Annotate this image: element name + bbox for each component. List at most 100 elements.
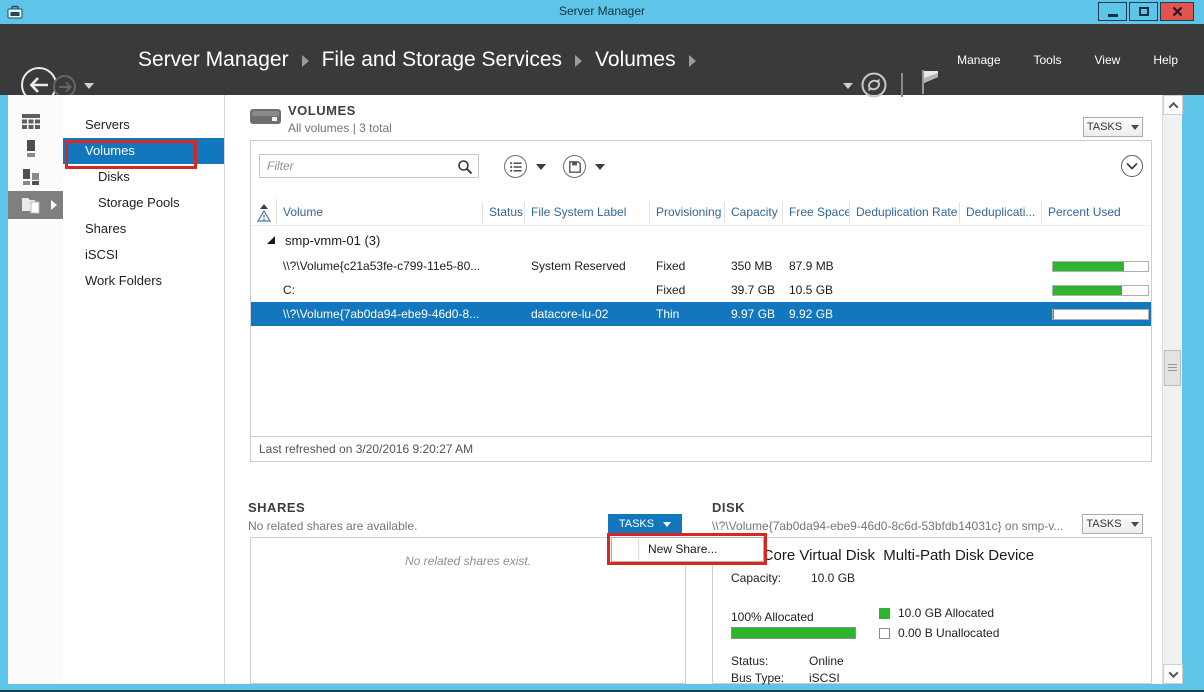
nav-bar: Server Manager File and Storage Services… xyxy=(0,24,1204,95)
window-border-right xyxy=(1182,95,1204,684)
volumes-tasks-label: TASKS xyxy=(1087,121,1122,133)
rail-dashboard-icon[interactable] xyxy=(8,107,63,135)
sidebar-item-iscsi[interactable]: iSCSI xyxy=(63,242,224,268)
column-header-provisioning[interactable]: Provisioning xyxy=(650,202,725,223)
volumes-drive-icon xyxy=(249,105,283,129)
volumes-subtitle: All volumes | 3 total xyxy=(288,121,392,135)
sidebar-nav: ServersVolumesDisksStorage PoolsSharesiS… xyxy=(63,95,225,684)
volumes-tasks-button[interactable]: TASKS xyxy=(1083,117,1143,137)
column-header-deduplication-rate[interactable]: Deduplication Rate xyxy=(850,202,960,223)
volume-group-row[interactable]: smp-vmm-01 (3) xyxy=(251,226,1151,254)
percent-used-cell xyxy=(1042,261,1151,272)
allocated-bar xyxy=(731,627,856,639)
cell: \\?\Volume{c21a53fe-c799-11e5-80... xyxy=(277,259,483,273)
save-query-caret-icon[interactable] xyxy=(595,164,605,170)
tree-collapse-icon[interactable] xyxy=(267,236,275,244)
shares-tasks-button[interactable]: TASKS xyxy=(608,514,682,534)
collapse-panel-button[interactable] xyxy=(1121,155,1143,177)
capacity-label: Capacity: xyxy=(731,571,781,585)
percent-used-bar xyxy=(1052,285,1149,296)
chevron-down-icon xyxy=(1131,125,1139,130)
menu-bar: Manage Tools View Help xyxy=(0,24,1178,95)
close-icon xyxy=(1172,6,1183,17)
disk-device-name: DataCore Virtual Disk Multi-Path Disk De… xyxy=(731,547,1034,564)
search-icon[interactable] xyxy=(457,159,473,175)
sidebar-item-volumes[interactable]: Volumes xyxy=(63,138,224,164)
shares-tasks-label: TASKS xyxy=(619,518,654,530)
sort-ascending-icon xyxy=(260,204,268,209)
disk-tasks-label: TASKS xyxy=(1086,518,1121,530)
status-value: Online xyxy=(809,654,844,668)
cell: datacore-lu-02 xyxy=(525,307,650,321)
volume-row[interactable]: \\?\Volume{7ab0da94-ebe9-46d0-8...dataco… xyxy=(251,302,1151,326)
cell: 87.9 MB xyxy=(783,259,850,273)
chevron-down-icon xyxy=(663,522,671,527)
legend-row: 0.00 B Unallocated xyxy=(879,626,999,640)
legend-label: 0.00 B Unallocated xyxy=(898,626,999,640)
chevron-down-icon xyxy=(1131,522,1139,527)
bus-type-label: Bus Type: xyxy=(731,671,784,685)
status-label: Status: xyxy=(731,654,768,668)
shares-subtitle: No related shares are available. xyxy=(248,519,417,533)
column-header-deduplicati[interactable]: Deduplicati... xyxy=(960,202,1042,223)
volumes-title: VOLUMES xyxy=(288,103,356,118)
rail-local-server-icon[interactable] xyxy=(8,135,63,163)
cell: 39.7 GB xyxy=(725,283,783,297)
disk-title: DISK xyxy=(712,500,745,515)
cell: C: xyxy=(277,283,483,297)
column-header-status[interactable]: Status xyxy=(483,202,525,223)
volumes-grid: smp-vmm-01 (3) \\?\Volume{c21a53fe-c799-… xyxy=(251,226,1151,326)
bus-type-value: iSCSI xyxy=(809,671,840,685)
rail-all-servers-icon[interactable] xyxy=(8,163,63,191)
percent-used-cell xyxy=(1042,285,1151,296)
cell: 10.5 GB xyxy=(783,283,850,297)
cell: 9.97 GB xyxy=(725,307,783,321)
column-header-capacity[interactable]: Capacity xyxy=(725,202,783,223)
menu-view[interactable]: View xyxy=(1095,53,1121,67)
maximize-button[interactable] xyxy=(1129,2,1158,21)
scroll-up-button[interactable] xyxy=(1163,95,1183,115)
sidebar-item-storage-pools[interactable]: Storage Pools xyxy=(63,190,224,216)
rail-expand-arrow-icon[interactable] xyxy=(51,200,57,210)
save-query-button[interactable] xyxy=(563,155,586,178)
cell: 9.92 GB xyxy=(783,307,850,321)
filter-criteria-caret-icon[interactable] xyxy=(536,164,546,170)
vertical-scrollbar[interactable] xyxy=(1162,95,1182,684)
close-button[interactable] xyxy=(1160,2,1194,21)
disk-tasks-button[interactable]: TASKS xyxy=(1082,514,1143,534)
rail-file-storage-services-icon[interactable] xyxy=(8,191,63,219)
grip-icon xyxy=(1168,364,1177,373)
alerts-column-header[interactable] xyxy=(251,199,277,226)
menu-tools[interactable]: Tools xyxy=(1034,53,1062,67)
cell: System Reserved xyxy=(525,259,650,273)
column-header-volume[interactable]: Volume xyxy=(277,202,483,223)
column-header-free-space[interactable]: Free Space xyxy=(783,202,850,223)
percent-used-bar xyxy=(1052,309,1149,320)
minimize-button[interactable] xyxy=(1098,2,1127,21)
sidebar-item-servers[interactable]: Servers xyxy=(63,112,224,138)
volume-row[interactable]: C:Fixed39.7 GB10.5 GB xyxy=(251,278,1151,302)
volumes-header-row: VolumeStatusFile System LabelProvisionin… xyxy=(251,199,1151,226)
window-title: Server Manager xyxy=(0,4,1204,18)
menu-item-new-share[interactable]: New Share... xyxy=(612,538,763,561)
scrollbar-thumb[interactable] xyxy=(1164,350,1181,386)
volumes-panel: VolumeStatusFile System LabelProvisionin… xyxy=(250,140,1152,462)
sidebar-item-disks[interactable]: Disks xyxy=(63,164,224,190)
menu-help[interactable]: Help xyxy=(1153,53,1178,67)
filter-box xyxy=(259,154,479,178)
green-swatch-icon xyxy=(879,608,890,619)
column-header-percent-used[interactable]: Percent Used xyxy=(1042,202,1151,223)
filter-input[interactable] xyxy=(260,155,478,177)
legend-row: 10.0 GB Allocated xyxy=(879,606,999,620)
maximize-icon xyxy=(1139,7,1149,16)
column-header-file-system-label[interactable]: File System Label xyxy=(525,202,650,223)
sidebar-item-shares[interactable]: Shares xyxy=(63,216,224,242)
menu-manage[interactable]: Manage xyxy=(957,53,1000,67)
scroll-down-button[interactable] xyxy=(1163,664,1183,684)
volume-row[interactable]: \\?\Volume{c21a53fe-c799-11e5-80... Syste… xyxy=(251,254,1151,278)
percent-used-cell xyxy=(1042,309,1151,320)
save-icon xyxy=(569,161,581,173)
legend-label: 10.0 GB Allocated xyxy=(898,606,994,620)
filter-criteria-button[interactable] xyxy=(504,155,527,178)
sidebar-item-work-folders[interactable]: Work Folders xyxy=(63,268,224,294)
